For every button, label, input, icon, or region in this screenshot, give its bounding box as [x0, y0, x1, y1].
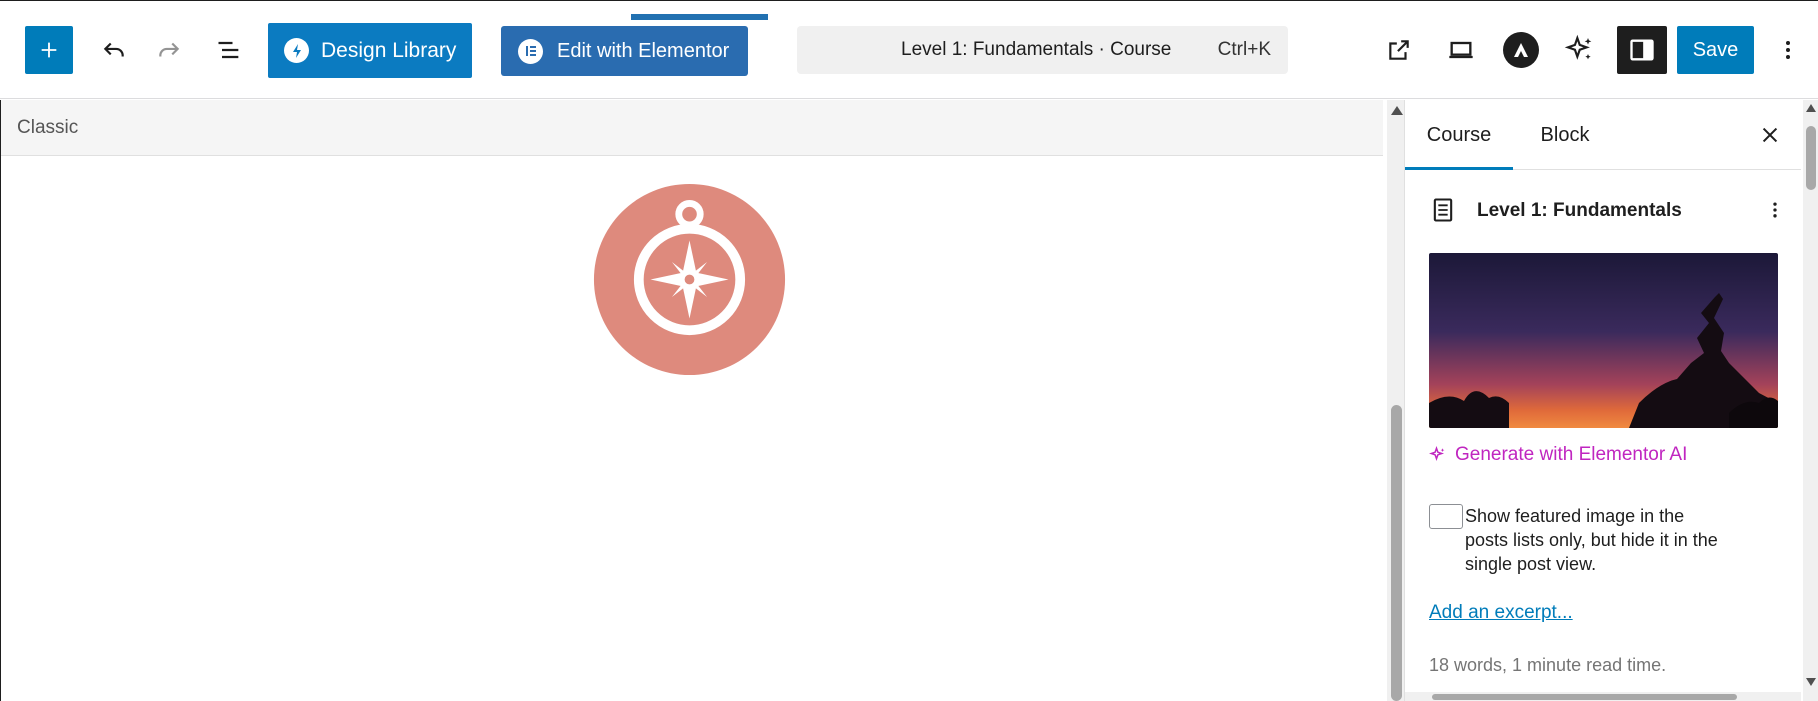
featured-image-checkbox-label: Show featured image in the posts lists o… [1465, 506, 1718, 574]
post-title: Level 1: Fundamentals [1477, 200, 1682, 221]
external-link-icon [1389, 40, 1409, 60]
astra-icon [1503, 32, 1539, 68]
save-label: Save [1692, 38, 1739, 61]
astra-settings-button[interactable] [1500, 29, 1542, 71]
featured-image-photo [1429, 253, 1778, 428]
edit-with-elementor-button[interactable]: Edit with Elementor [501, 26, 748, 76]
close-sidebar-button[interactable] [1751, 116, 1789, 154]
word-count-text: 18 words, 1 minute read time. [1429, 655, 1667, 675]
document-overview-icon [218, 41, 239, 59]
undo-icon [103, 42, 124, 57]
design-library-label: Design Library [321, 38, 457, 62]
classic-label: Classic [17, 117, 79, 138]
tab-block[interactable]: Block [1515, 100, 1615, 170]
document-icon [1433, 198, 1453, 222]
elementor-ai-button[interactable] [1556, 26, 1604, 74]
sidebar-vertical-scrollbar[interactable] [1803, 100, 1818, 701]
add-excerpt-link[interactable]: Add an excerpt... [1429, 602, 1573, 624]
featured-image-checkbox[interactable] [1429, 504, 1463, 529]
command-palette-button[interactable]: Level 1: Fundamentals · Course Ctrl+K [797, 26, 1288, 74]
generate-ai-link[interactable]: Generate with Elementor AI [1429, 444, 1687, 466]
design-library-button[interactable]: Design Library [268, 23, 472, 78]
more-vertical-icon [1773, 202, 1777, 218]
preview-device-button[interactable] [1437, 26, 1485, 74]
block-inserter-button[interactable] [25, 26, 73, 74]
settings-sidebar: Course Block Level 1: Fundamentals Gener… [1404, 100, 1818, 701]
desktop-icon [1449, 41, 1473, 59]
redo-icon [159, 42, 180, 57]
scroll-up-arrow[interactable] [1391, 106, 1403, 115]
elementor-icon [518, 38, 543, 64]
sidebar-tabs: Course Block [1405, 100, 1801, 170]
featured-image[interactable] [1429, 253, 1778, 428]
sidebar-vscroll-thumb[interactable] [1806, 126, 1816, 190]
command-palette-shortcut: Ctrl+K [1217, 39, 1271, 60]
scroll-thumb[interactable] [1391, 405, 1402, 701]
edit-with-elementor-label: Edit with Elementor [557, 39, 730, 62]
options-menu-button[interactable] [1764, 26, 1812, 74]
sidebar-scroll-down-arrow[interactable] [1806, 678, 1816, 686]
post-actions-button[interactable] [1763, 196, 1787, 224]
plus-icon [41, 42, 57, 58]
window-top-border [0, 0, 1818, 1]
sidebar-toggle-icon [1630, 39, 1654, 61]
sidebar-hscroll-thumb[interactable] [1432, 694, 1737, 700]
compass-icon [593, 183, 786, 376]
design-library-icon [284, 38, 309, 63]
editor-screen: Design Library Edit with Elementor Level… [0, 0, 1818, 701]
settings-sidebar-toggle[interactable] [1617, 26, 1667, 74]
command-palette-title: Level 1: Fundamentals · Course [901, 39, 1172, 60]
save-button[interactable]: Save [1677, 26, 1754, 74]
sparkle-icon [1429, 446, 1445, 462]
sidebar-scroll-up-arrow[interactable] [1806, 104, 1816, 112]
document-overview-button[interactable] [205, 26, 253, 74]
sparkle-icon [1564, 34, 1592, 60]
view-post-button[interactable] [1375, 26, 1423, 74]
tab-course[interactable]: Course [1405, 100, 1513, 170]
generate-ai-label: Generate with Elementor AI [1455, 444, 1688, 465]
classic-block-toolbar[interactable]: Classic [1, 100, 1383, 156]
compass-image[interactable] [592, 182, 787, 377]
undo-button[interactable] [90, 26, 138, 74]
canvas-scrollbar[interactable] [1387, 100, 1405, 701]
sidebar-horizontal-scrollbar[interactable] [1405, 692, 1801, 701]
redo-button[interactable] [145, 26, 193, 74]
more-vertical-icon [1786, 41, 1790, 59]
editor-canvas[interactable]: Classic [0, 100, 1405, 701]
close-icon [1762, 127, 1778, 143]
editor-toolbar: Design Library Edit with Elementor Level… [0, 20, 1818, 99]
